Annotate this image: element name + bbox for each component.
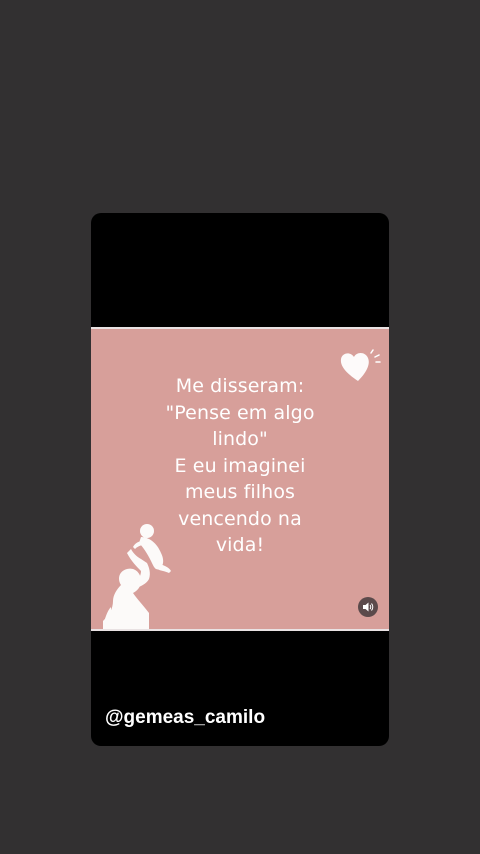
volume-button[interactable] — [358, 597, 378, 617]
quote-line: meus filhos — [184, 481, 296, 503]
story-video[interactable]: Me disseram: "Pense em algo lindo" E eu … — [91, 327, 389, 631]
username-tag[interactable]: @gemeas_camilo — [105, 707, 265, 729]
quote-line: E eu imaginei — [174, 454, 306, 477]
quote-line: "Pense em algo — [165, 401, 315, 424]
quote-line: Me disseram: — [175, 375, 305, 397]
story-card[interactable]: Me disseram: "Pense em algo lindo" E eu … — [91, 213, 389, 746]
quote-line: lindo" — [212, 428, 268, 450]
mother-baby-silhouette-icon — [103, 524, 171, 629]
volume-icon — [363, 602, 374, 612]
